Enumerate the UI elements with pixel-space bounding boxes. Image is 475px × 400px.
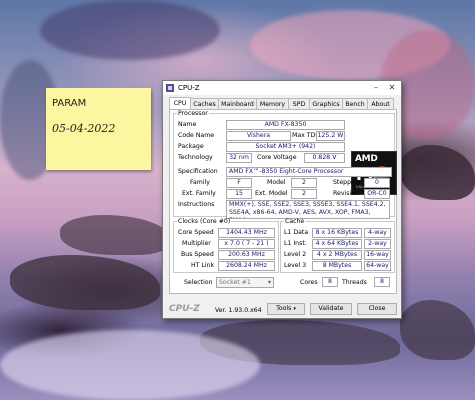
cores-value: 8	[322, 277, 338, 287]
chevron-down-icon: ▾	[293, 306, 296, 312]
core-voltage-label: Core Voltage	[257, 154, 297, 161]
validate-button[interactable]: Validate	[310, 303, 352, 315]
cache-row-size: 8 x 16 KBytes	[312, 228, 362, 238]
footer-bar: CPU-Z Ver. 1.93.0.x64 Tools ▾ Validate C…	[163, 293, 401, 318]
instructions-value: MMX(+), SSE, SSE2, SSE3, SSSE3, SSE4.1, …	[226, 200, 390, 219]
core-speed-value: 1404.43 MHz	[218, 228, 275, 238]
tools-button[interactable]: Tools ▾	[267, 303, 305, 315]
stepping-value: 0	[364, 178, 390, 188]
cache-row-label: L1 Inst.	[284, 240, 307, 247]
cache-row-size: 4 x 2 MBytes	[312, 250, 362, 260]
stepping-label: Stepping	[333, 179, 361, 186]
cache-row-size: 4 x 64 KBytes	[312, 239, 362, 249]
max-tdp-value: 125.2 W	[316, 131, 345, 141]
technology-label: Technology	[178, 154, 213, 161]
cache-row-label: Level 2	[284, 251, 307, 258]
code-name-value: Vishera	[226, 131, 291, 141]
threads-value: 8	[374, 277, 390, 287]
sticky-note-date: 05-04-2022	[52, 122, 116, 135]
revision-value: OR-C0	[364, 189, 390, 199]
cpuz-app-icon	[166, 84, 174, 92]
core-voltage-value: 0.828 V	[304, 153, 345, 163]
cache-row-assoc: 2-way	[364, 239, 391, 249]
name-value: AMD FX-8350	[226, 120, 345, 130]
chevron-down-icon: ▾	[267, 279, 271, 286]
sticky-note[interactable]: PARAM 05-04-2022	[46, 88, 151, 170]
multiplier-value: x 7.0 ( 7 - 21 )	[218, 239, 275, 249]
processor-group-label: Processor	[178, 110, 208, 117]
cache-group-label: Cache	[285, 218, 305, 225]
cores-label: Cores	[300, 279, 318, 286]
core-speed-label: Core Speed	[178, 229, 214, 236]
ext-model-value: 2	[291, 189, 317, 199]
minimize-button[interactable]: –	[369, 82, 383, 93]
technology-value: 32 nm	[226, 153, 252, 163]
socket-select[interactable]: Socket #1 ▾	[216, 277, 274, 288]
package-value: Socket AM3+ (942)	[226, 142, 345, 152]
specification-label: Specification	[178, 168, 218, 175]
cache-row-size: 8 MBytes	[312, 261, 362, 271]
family-label: Family	[190, 179, 210, 186]
bus-speed-value: 200.63 MHz	[218, 250, 275, 260]
package-label: Package	[178, 143, 204, 150]
cache-row-assoc: 64-way	[364, 261, 391, 271]
max-tdp-label: Max TDP	[292, 132, 320, 139]
threads-label: Threads	[342, 279, 367, 286]
bus-speed-label: Bus Speed	[181, 251, 214, 258]
cpuz-window[interactable]: CPU-Z – ✕ CPU Caches Mainboard Memory SP…	[162, 80, 402, 319]
model-value: 2	[291, 178, 317, 188]
clocks-group-label: Clocks (Core #0)	[178, 218, 231, 225]
selection-label: Selection	[184, 279, 213, 286]
name-label: Name	[178, 121, 197, 128]
cache-row-label: Level 3	[284, 262, 307, 269]
multiplier-label: Multiplier	[182, 240, 211, 247]
ext-model-label: Ext. Model	[255, 190, 288, 197]
cache-row-assoc: 16-way	[364, 250, 391, 260]
close-window-button[interactable]: ✕	[385, 82, 399, 93]
cpuz-brand-logo: CPU-Z	[169, 304, 200, 314]
specification-value: AMD FX™-8350 Eight-Core Processor	[226, 167, 392, 177]
ext-family-value: 15	[226, 189, 252, 199]
ht-link-value: 2608.24 MHz	[218, 261, 275, 271]
cache-row-assoc: 4-way	[364, 228, 391, 238]
ext-family-label: Ext. Family	[182, 190, 216, 197]
ht-link-label: HT Link	[191, 262, 215, 269]
cpu-tab-panel: Processor Name AMD FX-8350 Code Name Vis…	[169, 109, 397, 294]
title-bar[interactable]: CPU-Z – ✕	[163, 81, 401, 95]
socket-select-value: Socket #1	[219, 279, 251, 286]
code-name-label: Code Name	[178, 132, 215, 139]
sticky-note-name: PARAM	[52, 98, 87, 109]
model-label: Model	[267, 179, 286, 186]
window-title: CPU-Z	[178, 84, 200, 92]
cache-row-label: L1 Data	[284, 229, 309, 236]
version-text: Ver. 1.93.0.x64	[215, 307, 262, 314]
revision-label: Revision	[333, 190, 359, 197]
tools-button-label: Tools	[276, 305, 292, 312]
close-button[interactable]: Close	[357, 303, 397, 315]
instructions-label: Instructions	[178, 201, 215, 208]
amd-logo-text: AMD	[355, 154, 378, 164]
family-value: F	[226, 178, 252, 188]
